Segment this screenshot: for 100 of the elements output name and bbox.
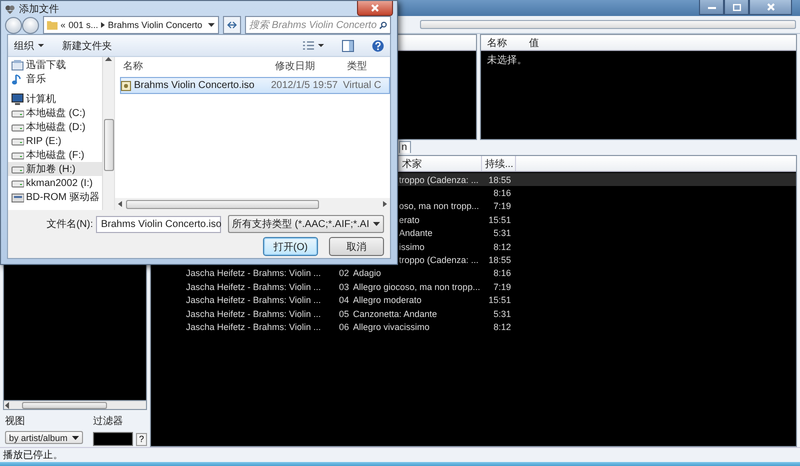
disc-drive-icon bbox=[11, 191, 24, 204]
title-cell: troppo (Cadenza: ... bbox=[399, 174, 479, 185]
new-folder-button[interactable]: 新建文件夹 bbox=[62, 38, 112, 53]
title-cell: erato bbox=[399, 214, 420, 225]
title-cell-text: Canzonetta: Andante bbox=[353, 308, 438, 319]
title-cell: Andante bbox=[399, 228, 433, 238]
artist-album-cell-text: Jascha Heifetz - Brahms: Violin ... bbox=[186, 295, 322, 306]
filename-field[interactable]: Brahms Violin Concerto.iso bbox=[96, 216, 221, 233]
nav-item[interactable]: 音乐 bbox=[8, 72, 102, 86]
track-number-cell-text: 05 bbox=[339, 308, 350, 319]
nav-item[interactable]: 本地磁盘 (D:) bbox=[8, 120, 102, 134]
duration-cell-text: 7:19 bbox=[492, 282, 511, 292]
dropdown-icon bbox=[72, 436, 79, 440]
scroll-thumb[interactable] bbox=[22, 402, 107, 408]
app-icon bbox=[5, 4, 15, 14]
duration-cell-text: 8:16 bbox=[492, 188, 511, 198]
duration-cell-text: 8:12 bbox=[492, 322, 511, 332]
refresh-icon bbox=[227, 21, 237, 30]
nav-item[interactable]: 本地磁盘 (C:) bbox=[8, 106, 102, 120]
column-header[interactable]: 修改日期 bbox=[275, 59, 347, 74]
breadcrumb[interactable]: 001 s... bbox=[68, 20, 98, 30]
tab[interactable]: n bbox=[399, 141, 411, 153]
title-cell: issimo bbox=[399, 242, 425, 252]
open-button[interactable]: 打开(O) bbox=[263, 237, 318, 256]
file-row[interactable]: Brahms Violin Concerto.iso 2012/1/5 19:57 Virtual C bbox=[120, 77, 390, 94]
minimize-icon bbox=[708, 5, 716, 9]
status-text: 播放已停止。 bbox=[3, 448, 63, 462]
nav-item[interactable]: 本地磁盘 (F:) bbox=[8, 148, 102, 162]
right-arrow-icon bbox=[383, 201, 387, 208]
column-header[interactable]: 值 bbox=[507, 36, 539, 50]
breadcrumb-arrow-icon[interactable] bbox=[101, 22, 105, 28]
view-dropdown[interactable]: by artist/album bbox=[5, 431, 83, 444]
track-number-cell-text: 06 bbox=[339, 322, 350, 332]
left-arrow-icon bbox=[4, 402, 10, 408]
help-icon[interactable] bbox=[372, 40, 384, 52]
organize-button[interactable]: 组织 bbox=[14, 38, 44, 53]
column-header[interactable]: 持续... bbox=[481, 156, 515, 171]
artist-album-cell-text: Jascha Heifetz - Brahms: Violin ... bbox=[186, 268, 322, 278]
scroll-thumb[interactable] bbox=[104, 119, 114, 172]
filter-field[interactable] bbox=[93, 432, 133, 446]
search-field[interactable]: 搜索 Brahms Violin Concerto bbox=[245, 16, 391, 34]
column-header[interactable]: 名称 bbox=[123, 59, 275, 74]
overflow-chevron[interactable]: « bbox=[60, 20, 66, 30]
nav-item[interactable]: 计算机 bbox=[8, 92, 102, 106]
back-button[interactable] bbox=[5, 16, 22, 34]
nav-item[interactable]: RIP (E:) bbox=[8, 134, 102, 148]
close-button[interactable] bbox=[749, 0, 792, 15]
up-arrow-icon bbox=[105, 57, 112, 62]
breadcrumb[interactable]: Brahms Violin Concerto bbox=[108, 20, 202, 30]
help-button[interactable]: ? bbox=[136, 432, 147, 446]
artist-album-cell-text: Jascha Heifetz - Brahms: Violin ... bbox=[186, 322, 322, 332]
title-cell-text: Allegro vivacissimo bbox=[353, 322, 431, 332]
horizontal-scrollbar[interactable] bbox=[115, 198, 390, 210]
disc-image-icon bbox=[121, 80, 131, 91]
view-button[interactable] bbox=[303, 41, 324, 50]
column-header[interactable]: 名称 bbox=[481, 36, 507, 50]
title-cell-text: Allegro giocoso, ma non tropp... bbox=[353, 282, 482, 292]
duration-cell-text: 15:51 bbox=[487, 214, 511, 225]
folder-icon bbox=[11, 59, 24, 72]
duration-cell-text: 8:12 bbox=[492, 242, 511, 252]
maximize-icon bbox=[732, 4, 740, 10]
dropdown-icon bbox=[373, 222, 380, 226]
dropdown-icon[interactable] bbox=[208, 23, 215, 28]
view-label: 视图 bbox=[5, 414, 26, 429]
cancel-button[interactable]: 取消 bbox=[329, 237, 384, 256]
playlist-row[interactable]: Jascha Heifetz - Brahms: Violin ... 04 Allegro moderato 15:51 bbox=[151, 294, 796, 307]
forward-button[interactable] bbox=[22, 16, 39, 34]
vertical-scrollbar[interactable] bbox=[102, 57, 114, 210]
nav-item[interactable]: kkman2002 (I:) bbox=[8, 176, 102, 190]
nav-item[interactable]: 新加卷 (H:) bbox=[8, 162, 102, 176]
empty-message: 未选择。 bbox=[486, 54, 528, 68]
filename-label: 文件名(N): bbox=[46, 218, 93, 232]
nav-item[interactable]: BD-ROM 驱动器 bbox=[8, 190, 102, 204]
playlist-row[interactable]: Jascha Heifetz - Brahms: Violin ... 02 Adagio 8:16 bbox=[151, 266, 796, 280]
column-header[interactable]: 类型 bbox=[347, 59, 390, 74]
nav-item[interactable]: 迅雷下载 bbox=[8, 58, 102, 72]
track-number-cell-text: 03 bbox=[339, 282, 350, 292]
title-cell: troppo (Cadenza: ... bbox=[399, 255, 479, 266]
refresh-button[interactable] bbox=[223, 16, 241, 34]
minimize-button[interactable] bbox=[699, 0, 724, 15]
playlist-row[interactable]: Jascha Heifetz - Brahms: Violin ... 03 Allegro giocoso, ma non tropp... 7:19 bbox=[151, 280, 796, 294]
maximize-button[interactable] bbox=[724, 0, 749, 15]
artist-album-cell-text: Jascha Heifetz - Brahms: Violin ... bbox=[186, 308, 322, 319]
duration-cell-text: 15:51 bbox=[487, 295, 511, 306]
duration-cell-text: 7:19 bbox=[492, 201, 511, 212]
preview-pane-icon[interactable] bbox=[342, 40, 354, 52]
duration-cell-text: 5:31 bbox=[492, 308, 511, 319]
close-button[interactable] bbox=[357, 1, 393, 16]
playlist-row[interactable]: Jascha Heifetz - Brahms: Violin ... 06 Allegro vivacissimo 8:12 bbox=[151, 320, 796, 334]
horizontal-scrollbar[interactable] bbox=[3, 400, 147, 410]
caret-icon bbox=[318, 44, 324, 48]
file-type-dropdown[interactable]: 所有支持类型 (*.AAC;*.AIF;*.AI bbox=[228, 215, 384, 234]
artist-album-cell-text: Jascha Heifetz - Brahms: Violin ... bbox=[186, 282, 322, 292]
scroll-thumb[interactable] bbox=[126, 200, 319, 209]
view-list-icon bbox=[303, 41, 314, 50]
duration-cell-text: 5:31 bbox=[492, 228, 511, 238]
playlist-row[interactable]: Jascha Heifetz - Brahms: Violin ... 05 Canzonetta: Andante 5:31 bbox=[151, 306, 796, 320]
search-icon bbox=[379, 20, 387, 30]
filter-label: 过滤器 bbox=[93, 414, 124, 429]
duration-cell-text: 18:55 bbox=[487, 255, 511, 266]
